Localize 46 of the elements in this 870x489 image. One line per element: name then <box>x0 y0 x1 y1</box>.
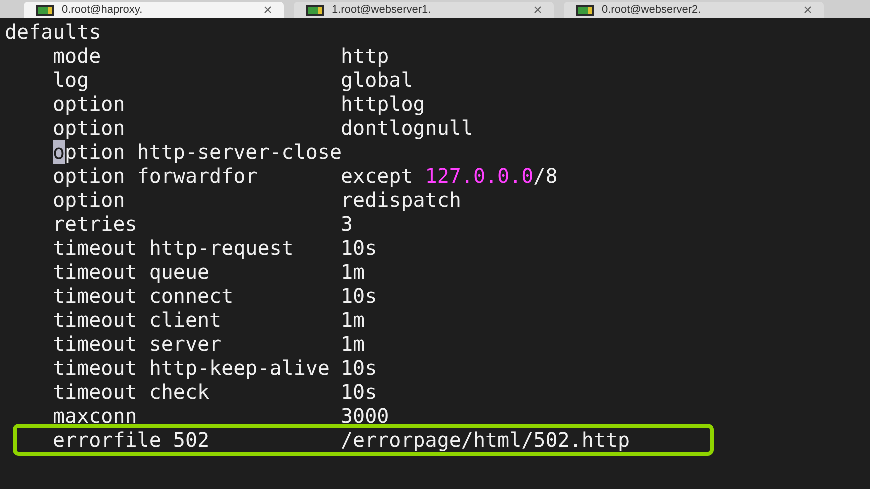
config-value: 10s <box>341 356 378 380</box>
terminal-tab[interactable]: 1.root@webserver1. <box>294 2 554 18</box>
tab-label: 0.root@haproxy. <box>62 4 144 16</box>
config-value: http <box>341 44 390 68</box>
config-key: timeout http-keep-alive <box>53 356 341 380</box>
config-value: 1m <box>341 260 366 284</box>
config-key: mode <box>53 44 341 68</box>
terminal-icon <box>576 4 594 16</box>
config-value: 1m <box>341 332 366 356</box>
terminal-icon <box>36 4 54 16</box>
terminal-icon <box>306 4 324 16</box>
config-key: option <box>53 116 341 140</box>
config-value: httplog <box>341 92 426 116</box>
config-value: 10s <box>341 380 378 404</box>
config-key: option forwardfor <box>53 164 341 188</box>
config-key: timeout http-request <box>53 236 341 260</box>
config-value: 10s <box>341 236 378 260</box>
config-key: errorfile 502 <box>53 428 341 452</box>
config-key: retries <box>53 212 341 236</box>
config-key: option http-server-close <box>53 140 342 164</box>
config-key: timeout client <box>53 308 341 332</box>
close-icon[interactable] <box>534 6 542 14</box>
close-icon[interactable] <box>804 6 812 14</box>
config-key: timeout check <box>53 380 341 404</box>
config-key: timeout connect <box>53 284 341 308</box>
config-value: except 127.0.0.0/8 <box>341 164 558 188</box>
config-value: global <box>341 68 414 92</box>
config-key: timeout server <box>53 332 341 356</box>
config-key: maxconn <box>53 404 341 428</box>
config-key: log <box>53 68 341 92</box>
tab-label: 0.root@webserver2. <box>602 4 702 16</box>
config-key: option <box>53 188 341 212</box>
config-value: 3 <box>341 212 354 236</box>
tab-label: 1.root@webserver1. <box>332 4 432 16</box>
config-value: 10s <box>341 284 378 308</box>
terminal-tab[interactable]: 0.root@haproxy. <box>24 2 284 18</box>
config-value: 1m <box>341 308 366 332</box>
config-key: timeout queue <box>53 260 341 284</box>
config-key: defaults <box>5 20 102 44</box>
config-key: option <box>53 92 341 116</box>
close-icon[interactable] <box>264 6 272 14</box>
config-value: 3000 <box>341 404 390 428</box>
config-value: redispatch <box>341 188 462 212</box>
config-value: /errorpage/html/502.http <box>341 428 630 452</box>
config-value: dontlognull <box>341 116 474 140</box>
terminal-tab[interactable]: 0.root@webserver2. <box>564 2 824 18</box>
